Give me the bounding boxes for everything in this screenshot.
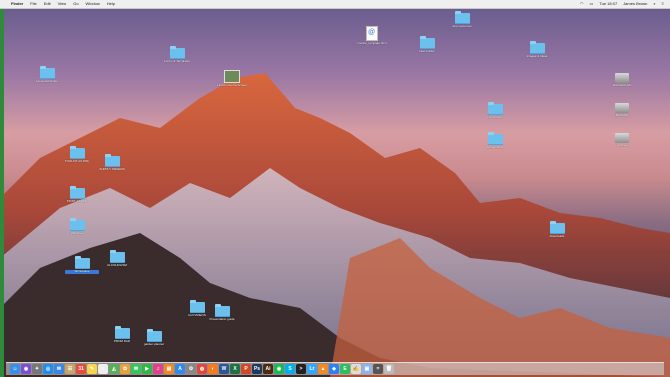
folder-icon (529, 41, 545, 54)
desktop-folder[interactable]: Images & Ideas (520, 41, 554, 59)
mail-icon[interactable]: ✉ (54, 364, 64, 374)
menu-help[interactable]: Help (107, 0, 115, 8)
folder-icon (549, 221, 565, 234)
vlc-icon[interactable]: ▲ (318, 364, 328, 374)
menu-bar: Finder File Edit View Go Window Help ◠ ▭… (0, 0, 670, 9)
desktop-folder[interactable]: Presentation guide (205, 304, 239, 322)
evernote-icon[interactable]: E (340, 364, 350, 374)
desktop-folder[interactable]: garden planner (137, 329, 171, 347)
terminal-icon[interactable]: > (296, 364, 306, 374)
messages-icon[interactable]: ✉ (131, 364, 141, 374)
firefox-icon[interactable]: ◐ (208, 364, 218, 374)
chrome-icon[interactable]: ◍ (197, 364, 207, 374)
menu-window[interactable]: Window (86, 0, 100, 8)
menu-view[interactable]: View (58, 0, 67, 8)
folder-icon (104, 154, 120, 167)
folder-icon (69, 186, 85, 199)
clock[interactable]: Tue 18:07 (599, 0, 617, 8)
folder-icon (189, 300, 205, 313)
folder-icon (169, 46, 185, 59)
desktop-drive[interactable]: Macintosh HD (605, 73, 639, 88)
photoshop-icon[interactable]: Ps (252, 364, 262, 374)
spotlight-icon[interactable]: ⌕ (653, 0, 655, 8)
dock: ☺ ◉ ✦ ◎ ✉ ☰ 31 ✎ ≡ ◭ ✿ ✉ ▶ ♫ ▤ A ⚙ ◍ ◐ W X P Ps Ai ◉ S > Lr ▲ ◆ E ✍ ▣ = 🗑 (6, 362, 664, 375)
wallpaper-mountains (0, 73, 670, 377)
folder-icon (74, 256, 90, 269)
desktop-folder[interactable]: ALCOHOLISM (100, 250, 134, 268)
hard-drive-icon (615, 73, 629, 83)
preview-icon[interactable]: ▣ (362, 364, 372, 374)
calculator-icon[interactable]: = (373, 364, 383, 374)
siri-icon[interactable]: ◉ (21, 364, 31, 374)
wifi-icon[interactable]: ◠ (580, 0, 584, 8)
menu-app-name[interactable]: Finder (11, 0, 23, 8)
desktop-folder-selected[interactable]: Workspace (65, 256, 99, 274)
desktop-folder[interactable]: New Folder (410, 36, 444, 54)
user-name[interactable]: James Brown (623, 0, 647, 8)
webpage-icon (366, 26, 378, 41)
desktop[interactable]: Forms & Templates Household Files Lincol… (0, 8, 670, 377)
folder-icon (454, 11, 470, 24)
desktop-folder[interactable]: PROM DAD (105, 326, 139, 344)
preferences-icon[interactable]: ⚙ (186, 364, 196, 374)
desktop-drive[interactable]: Archive (605, 133, 639, 148)
folder-icon (114, 326, 130, 339)
folder-icon (419, 36, 435, 49)
trash-icon[interactable]: 🗑 (384, 364, 394, 374)
ibooks-icon[interactable]: ▤ (164, 364, 174, 374)
desktop-folder[interactable]: App resources (445, 11, 479, 29)
menu-go[interactable]: Go (73, 0, 78, 8)
photos-icon[interactable]: ✿ (120, 364, 130, 374)
notes-icon[interactable]: ✎ (87, 364, 97, 374)
folder-icon (487, 102, 503, 115)
desktop-folder[interactable]: Downloads (540, 221, 574, 239)
battery-icon[interactable]: ▭ (590, 0, 594, 8)
desktop-folder[interactable]: SUPPLY ORDERS (95, 154, 129, 172)
dropbox-icon[interactable]: ◆ (329, 364, 339, 374)
reminders-icon[interactable]: ≡ (98, 364, 108, 374)
desktop-folder[interactable]: Documents (478, 102, 512, 120)
safari-icon[interactable]: ◎ (43, 364, 53, 374)
facetime-icon[interactable]: ▶ (142, 364, 152, 374)
folder-icon (487, 132, 503, 145)
desktop-folder[interactable]: TOOLKIT AS PDF (60, 146, 94, 164)
desktop-folder[interactable]: Websites (60, 218, 94, 236)
desktop-folder[interactable]: Household Files (30, 66, 64, 84)
menu-edit[interactable]: Edit (44, 0, 51, 8)
hard-drive-icon (615, 133, 629, 143)
folder-icon (69, 218, 85, 231)
folder-icon (69, 146, 85, 159)
menu-file[interactable]: File (30, 0, 36, 8)
maps-icon[interactable]: ◭ (109, 364, 119, 374)
desktop-image-file[interactable]: Lincoln Centre Screen (215, 70, 249, 88)
finder-icon[interactable]: ☺ (10, 364, 20, 374)
folder-icon (146, 329, 162, 342)
appstore-icon[interactable]: A (175, 364, 185, 374)
folder-icon (109, 250, 125, 263)
textedit-icon[interactable]: ✍ (351, 364, 361, 374)
folder-icon (39, 66, 55, 79)
notification-center-icon[interactable]: ≡ (662, 0, 664, 8)
folder-icon (214, 304, 230, 317)
contacts-icon[interactable]: ☰ (65, 364, 75, 374)
calendar-icon[interactable]: 31 (76, 364, 86, 374)
launchpad-icon[interactable]: ✦ (32, 364, 42, 374)
illustrator-icon[interactable]: Ai (263, 364, 273, 374)
lightroom-icon[interactable]: Lr (307, 364, 317, 374)
powerpoint-icon[interactable]: P (241, 364, 251, 374)
itunes-icon[interactable]: ♫ (153, 364, 163, 374)
desktop-folder[interactable]: Screenshots (478, 132, 512, 150)
word-icon[interactable]: W (219, 364, 229, 374)
desktop-folder[interactable]: PRINT AS PDF (60, 186, 94, 204)
desktop-drive[interactable]: BACKUP (605, 103, 639, 118)
excel-icon[interactable]: X (230, 364, 240, 374)
image-thumbnail (224, 70, 240, 83)
desktop-folder[interactable]: Forms & Templates (160, 46, 194, 64)
hard-drive-icon (615, 103, 629, 113)
desktop-web-file[interactable]: invoice_template.html (355, 26, 389, 46)
spotify-icon[interactable]: ◉ (274, 364, 284, 374)
skype-icon[interactable]: S (285, 364, 295, 374)
